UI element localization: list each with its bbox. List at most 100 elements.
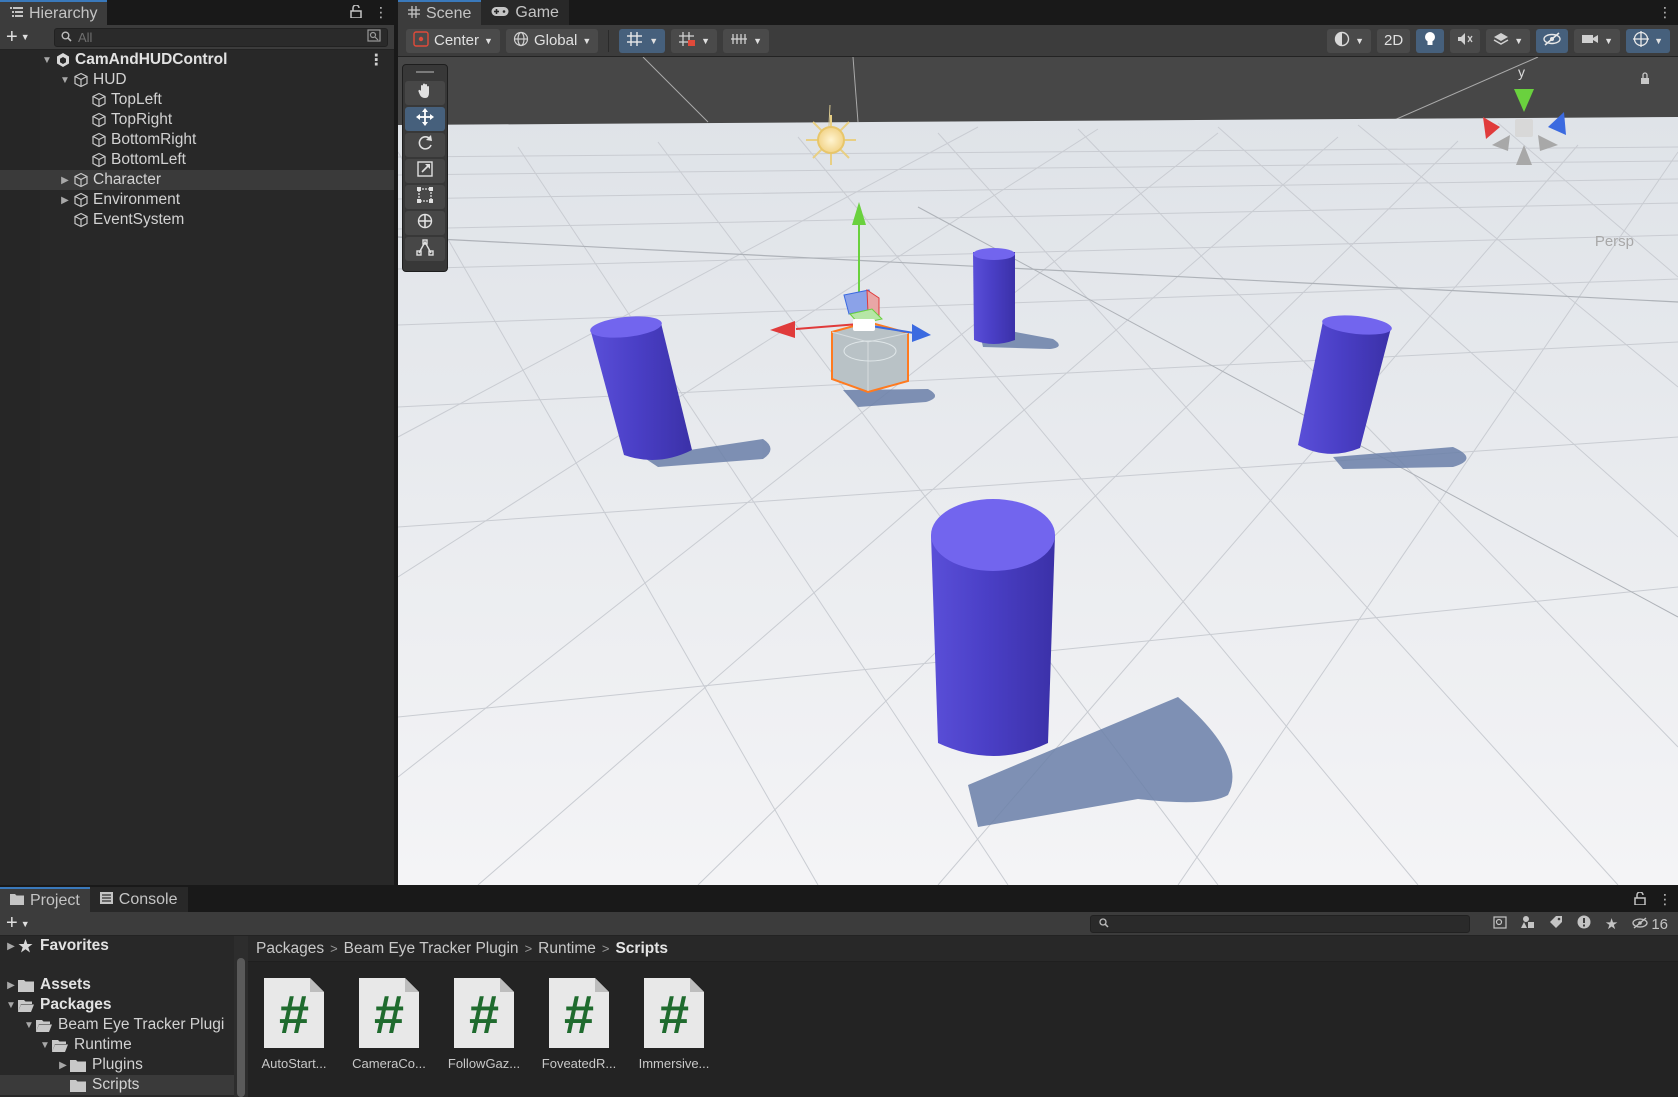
star-icon[interactable]: ★: [1605, 915, 1618, 933]
collapsed-arrow-icon[interactable]: ▶: [56, 1060, 70, 1071]
folder-icon: [10, 892, 24, 910]
tab-project-label: Project: [30, 891, 80, 909]
breadcrumb-item[interactable]: Runtime: [538, 940, 596, 958]
scale-tool-button[interactable]: [405, 159, 445, 183]
expand-arrow-icon[interactable]: ▼: [4, 1000, 18, 1011]
tree-item-plugins[interactable]: ▶ Plugins: [0, 1055, 234, 1075]
lock-icon[interactable]: [1634, 890, 1646, 908]
toggle-2d-button[interactable]: 2D: [1377, 28, 1411, 53]
tree-item-bottomleft[interactable]: BottomLeft: [0, 150, 394, 170]
character-cube[interactable]: [831, 320, 909, 394]
effects-dropdown[interactable]: ▼: [1486, 28, 1531, 53]
tab-hierarchy[interactable]: Hierarchy: [0, 0, 108, 25]
lighting-toggle[interactable]: [1416, 28, 1445, 53]
scene-menu-icon[interactable]: ⋮: [369, 51, 385, 70]
hidden-packages-toggle[interactable]: 16: [1632, 916, 1668, 933]
log-type-icon[interactable]: [1577, 915, 1591, 933]
script-asset[interactable]: # FoveatedR...: [542, 978, 616, 1071]
draw-mode-dropdown[interactable]: ▼: [1327, 28, 1372, 53]
increment-snapping-dropdown[interactable]: ▼: [671, 28, 718, 53]
custom-tool-button[interactable]: [405, 237, 445, 261]
cylinder-back[interactable]: [973, 248, 1015, 344]
script-asset[interactable]: # CameraCo...: [352, 978, 426, 1071]
space-mode-label: Global: [533, 32, 578, 49]
tree-item-runtime[interactable]: ▼ Runtime: [0, 1035, 234, 1055]
move-tool-button[interactable]: [405, 107, 445, 131]
cylinder-front[interactable]: [931, 499, 1055, 756]
tab-console[interactable]: Console: [89, 887, 188, 912]
folder-icon: [70, 1058, 88, 1072]
scene-tabbar: Scene Game ⋮: [398, 0, 1678, 25]
tree-item-label: Plugins: [92, 1056, 143, 1073]
gameobject-cube-icon: [90, 91, 108, 109]
tree-item-topright[interactable]: TopRight: [0, 110, 394, 130]
tree-item-assets[interactable]: ▶ Assets: [0, 975, 234, 995]
breadcrumb-item[interactable]: Beam Eye Tracker Plugin: [344, 940, 519, 958]
collapsed-arrow-icon[interactable]: ▶: [4, 941, 18, 952]
more-options-icon[interactable]: ⋮: [374, 4, 388, 21]
transform-tool-button[interactable]: [405, 211, 445, 235]
tab-game[interactable]: Game: [481, 0, 569, 25]
script-asset[interactable]: # FollowGaz...: [448, 978, 520, 1071]
align-dropdown[interactable]: ▼: [723, 28, 769, 53]
folder-tree-scrollbar[interactable]: [234, 936, 248, 1097]
hierarchy-search-input[interactable]: All: [54, 27, 388, 47]
space-mode-dropdown[interactable]: Global ▼: [505, 28, 599, 53]
expand-arrow-icon[interactable]: ▼: [58, 75, 72, 86]
rect-tool-button[interactable]: [405, 185, 445, 209]
asset-browser: Packages > Beam Eye Tracker Plugin > Run…: [248, 936, 1678, 1097]
layers-icon: [1493, 32, 1509, 50]
collapsed-arrow-icon[interactable]: ▶: [58, 195, 72, 206]
pivot-mode-dropdown[interactable]: Center ▼: [406, 28, 500, 53]
tree-item-packages[interactable]: ▼ Packages: [0, 995, 234, 1015]
project-search-input[interactable]: [1090, 915, 1470, 933]
filter-by-type-icon[interactable]: [1520, 915, 1535, 933]
lock-icon[interactable]: [350, 3, 362, 21]
scene-root-row[interactable]: ▼ CamAndHUDControl ⋮: [0, 50, 394, 70]
breadcrumb-item[interactable]: Packages: [256, 940, 324, 958]
search-by-type-icon[interactable]: [367, 29, 381, 45]
gizmos-dropdown[interactable]: ▼: [1626, 28, 1670, 53]
audio-toggle[interactable]: [1450, 28, 1481, 53]
tree-item-bottomright[interactable]: BottomRight: [0, 130, 394, 150]
tree-item-scripts[interactable]: Scripts: [0, 1075, 234, 1095]
more-options-icon[interactable]: ⋮: [1658, 4, 1672, 21]
expand-arrow-icon[interactable]: ▼: [38, 1040, 52, 1051]
search-by-type-icon[interactable]: [1493, 915, 1507, 933]
collapsed-arrow-icon[interactable]: ▶: [58, 175, 72, 186]
tree-item-hud[interactable]: ▼ HUD: [0, 70, 394, 90]
more-options-icon[interactable]: ⋮: [1658, 891, 1672, 908]
tree-item-favorites[interactable]: ▶ Favorites: [0, 936, 234, 956]
hierarchy-toolbar: + ▼ All: [0, 25, 394, 50]
folder-icon: [18, 978, 36, 992]
script-asset[interactable]: # Immersive...: [639, 978, 709, 1071]
collapsed-arrow-icon[interactable]: ▶: [4, 980, 18, 991]
hand-tool-button[interactable]: [405, 81, 445, 105]
tab-scene[interactable]: Scene: [398, 0, 482, 25]
console-icon: [99, 891, 113, 909]
tree-item-environment[interactable]: ▶ Environment: [0, 190, 394, 210]
tree-item-eventsystem[interactable]: EventSystem: [0, 210, 394, 230]
projection-label[interactable]: Persp: [1595, 233, 1634, 250]
tab-project[interactable]: Project: [0, 887, 90, 912]
rotate-tool-button[interactable]: [405, 133, 445, 157]
scene-viewport[interactable]: y Persp: [398, 57, 1678, 885]
tree-item-character[interactable]: ▶ Character: [0, 170, 394, 190]
gamepad-icon: [491, 4, 509, 22]
breadcrumb-current[interactable]: Scripts: [615, 940, 668, 958]
tree-item-beam-eye-tracker[interactable]: ▼ Beam Eye Tracker Plugi: [0, 1015, 234, 1035]
create-asset-button[interactable]: + ▼: [6, 912, 44, 935]
scene-visibility-toggle[interactable]: [1536, 28, 1569, 53]
ruler-icon: [730, 32, 748, 50]
camera-settings-dropdown[interactable]: ▼: [1574, 28, 1621, 53]
grid-snapping-toggle[interactable]: ▼: [619, 28, 666, 53]
create-button[interactable]: + ▼: [6, 26, 44, 49]
csharp-script-icon: #: [454, 978, 514, 1048]
filter-by-label-icon[interactable]: [1549, 915, 1563, 933]
expand-arrow-icon[interactable]: ▼: [22, 1020, 36, 1031]
expand-arrow-icon[interactable]: ▼: [40, 55, 54, 66]
tree-item-topleft[interactable]: TopLeft: [0, 90, 394, 110]
tool-strip-grip[interactable]: [403, 65, 447, 79]
script-asset[interactable]: # AutoStart...: [261, 978, 327, 1071]
tree-item-label: Runtime: [74, 1036, 132, 1053]
